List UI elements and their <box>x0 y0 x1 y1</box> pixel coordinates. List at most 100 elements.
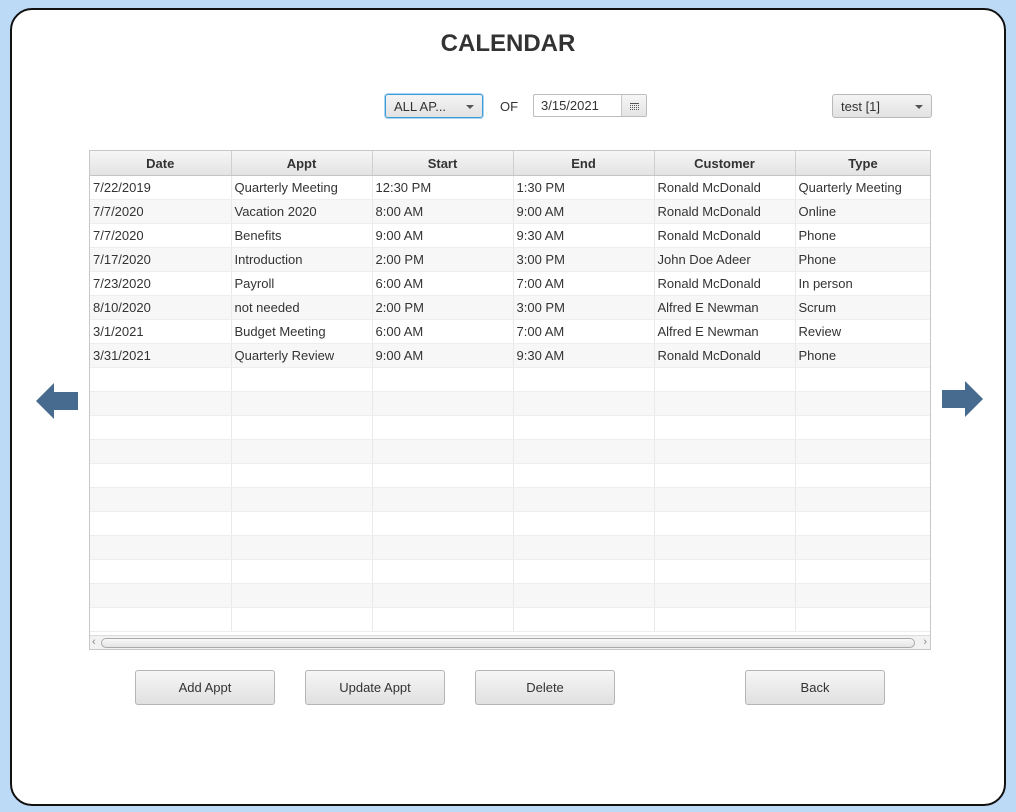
cell-end: 7:00 AM <box>513 319 655 344</box>
calendar-button[interactable] <box>621 95 646 116</box>
table-row[interactable]: 7/7/2020 Vacation 2020 8:00 AM 9:00 AM Ronal… <box>90 199 930 224</box>
cell-customer <box>654 415 796 440</box>
cell-appt <box>231 463 373 488</box>
cell-end <box>513 487 655 512</box>
column-header-appt[interactable]: Appt <box>231 151 373 176</box>
next-arrow-button[interactable] <box>942 378 984 420</box>
add-appt-button[interactable]: Add Appt <box>135 670 275 705</box>
cell-type <box>795 535 930 560</box>
cell-end: 3:00 PM <box>513 295 655 320</box>
delete-button[interactable]: Delete <box>475 670 615 705</box>
date-input[interactable] <box>534 97 623 114</box>
cell-end: 1:30 PM <box>513 175 655 200</box>
column-header-type[interactable]: Type <box>795 151 930 176</box>
cell-date <box>90 487 232 512</box>
cell-date: 3/31/2021 <box>90 343 232 368</box>
user-select-value: test [1] <box>841 98 881 114</box>
cell-start: 9:00 AM <box>372 343 514 368</box>
cell-type <box>795 487 930 512</box>
column-header-date[interactable]: Date <box>90 151 232 176</box>
cell-appt: Quarterly Review <box>231 343 373 368</box>
cell-start: 2:00 PM <box>372 247 514 272</box>
empty-table-row[interactable] <box>90 487 930 512</box>
previous-arrow-button[interactable] <box>36 380 79 422</box>
scroll-left-icon[interactable]: ‹ <box>92 636 96 648</box>
cell-end <box>513 439 655 464</box>
cell-end: 9:00 AM <box>513 199 655 224</box>
column-header-customer[interactable]: Customer <box>654 151 796 176</box>
column-header-end[interactable]: End <box>513 151 655 176</box>
cell-end <box>513 535 655 560</box>
cell-appt <box>231 607 373 632</box>
empty-table-row[interactable] <box>90 367 930 392</box>
view-filter-select[interactable]: ALL AP... <box>385 94 483 118</box>
chevron-down-icon <box>915 105 923 109</box>
cell-date: 7/7/2020 <box>90 223 232 248</box>
empty-table-row[interactable] <box>90 463 930 488</box>
cell-customer <box>654 463 796 488</box>
table-row[interactable]: 3/1/2021 Budget Meeting 6:00 AM 7:00 AM Alfr… <box>90 319 930 344</box>
cell-customer <box>654 559 796 584</box>
cell-start <box>372 367 514 392</box>
cell-appt: Budget Meeting <box>231 319 373 344</box>
empty-table-row[interactable] <box>90 391 930 416</box>
cell-start: 6:00 AM <box>372 271 514 296</box>
cell-type <box>795 439 930 464</box>
cell-date <box>90 367 232 392</box>
back-button[interactable]: Back <box>745 670 885 705</box>
cell-customer: John Doe Adeer <box>654 247 796 272</box>
cell-type <box>795 367 930 392</box>
cell-start <box>372 463 514 488</box>
cell-customer: Ronald McDonald <box>654 175 796 200</box>
cell-start <box>372 439 514 464</box>
cell-start <box>372 511 514 536</box>
cell-appt <box>231 391 373 416</box>
cell-date: 3/1/2021 <box>90 319 232 344</box>
empty-table-row[interactable] <box>90 583 930 608</box>
scrollbar-thumb[interactable] <box>101 638 915 648</box>
table-row[interactable]: 7/23/2020 Payroll 6:00 AM 7:00 AM Ronald McD… <box>90 271 930 296</box>
cell-appt: Quarterly Meeting <box>231 175 373 200</box>
cell-type <box>795 415 930 440</box>
table-row[interactable]: 3/31/2021 Quarterly Review 9:00 AM 9:30 AM R… <box>90 343 930 368</box>
cell-start: 2:00 PM <box>372 295 514 320</box>
cell-end <box>513 463 655 488</box>
column-header-start[interactable]: Start <box>372 151 514 176</box>
cell-end: 3:00 PM <box>513 247 655 272</box>
cell-type <box>795 463 930 488</box>
cell-appt: Vacation 2020 <box>231 199 373 224</box>
empty-table-row[interactable] <box>90 535 930 560</box>
scroll-right-icon[interactable]: › <box>923 636 927 648</box>
cell-customer: Alfred E Newman <box>654 295 796 320</box>
table-row[interactable]: 8/10/2020 not needed 2:00 PM 3:00 PM Alfred … <box>90 295 930 320</box>
table-body: 7/22/2019 Quarterly Meeting 12:30 PM 1:30 P… <box>90 175 930 632</box>
table-row[interactable]: 7/17/2020 Introduction 2:00 PM 3:00 PM John … <box>90 247 930 272</box>
cell-type <box>795 607 930 632</box>
cell-date <box>90 607 232 632</box>
horizontal-scrollbar[interactable]: ‹ › <box>90 635 930 649</box>
table-row[interactable]: 7/22/2019 Quarterly Meeting 12:30 PM 1:30 P… <box>90 175 930 200</box>
chevron-down-icon <box>466 105 474 109</box>
empty-table-row[interactable] <box>90 511 930 536</box>
user-select[interactable]: test [1] <box>832 94 932 118</box>
cell-start: 6:00 AM <box>372 319 514 344</box>
empty-table-row[interactable] <box>90 439 930 464</box>
empty-table-row[interactable] <box>90 559 930 584</box>
cell-customer <box>654 391 796 416</box>
empty-table-row[interactable] <box>90 607 930 632</box>
cell-date <box>90 583 232 608</box>
cell-end <box>513 415 655 440</box>
cell-type: Review <box>795 319 930 344</box>
cell-appt <box>231 487 373 512</box>
cell-appt: Payroll <box>231 271 373 296</box>
table-row[interactable]: 7/7/2020 Benefits 9:00 AM 9:30 AM Ronald McD… <box>90 223 930 248</box>
cell-appt <box>231 535 373 560</box>
cell-date <box>90 391 232 416</box>
cell-type: Online <box>795 199 930 224</box>
empty-table-row[interactable] <box>90 415 930 440</box>
date-picker[interactable] <box>533 94 647 117</box>
update-appt-button[interactable]: Update Appt <box>305 670 445 705</box>
cell-end: 9:30 AM <box>513 343 655 368</box>
cell-appt: not needed <box>231 295 373 320</box>
cell-start: 9:00 AM <box>372 223 514 248</box>
